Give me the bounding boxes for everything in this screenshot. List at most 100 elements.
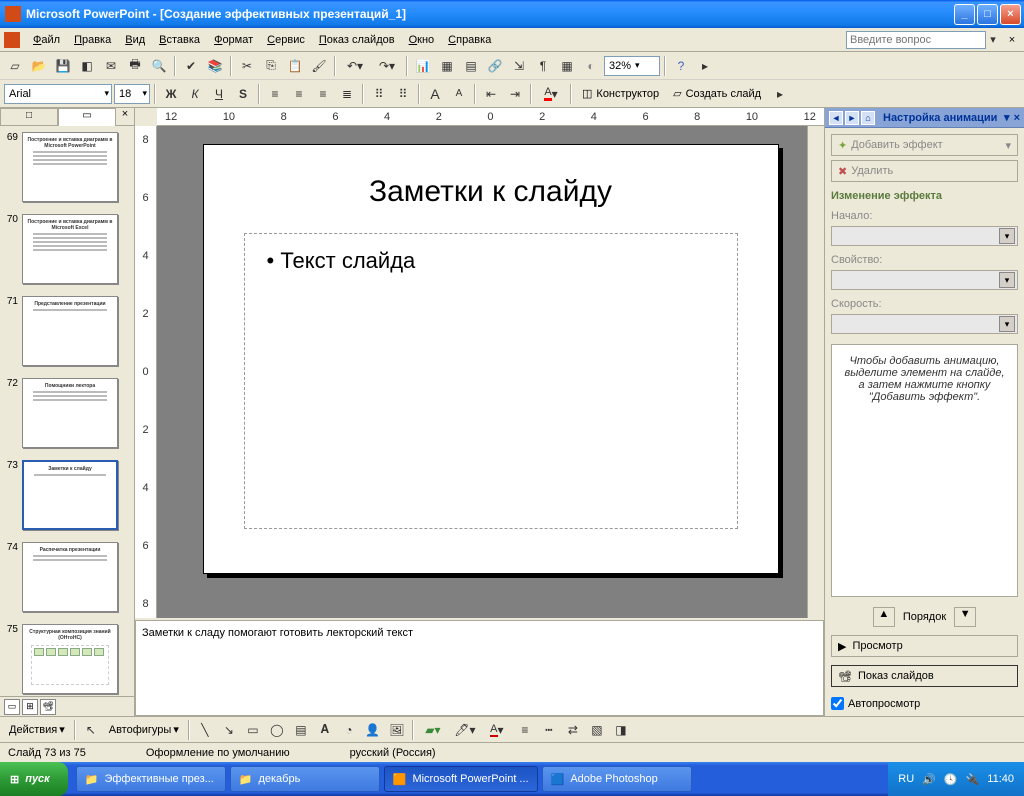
menu-формат[interactable]: Формат [207, 31, 260, 49]
outline-tab[interactable]: □ [0, 108, 58, 126]
thumbnail[interactable]: Построение и вставка диаграмм в Microsof… [22, 132, 118, 202]
select-tool[interactable]: ↖ [80, 719, 102, 741]
normal-view-button[interactable]: ▭ [4, 699, 20, 715]
home-icon[interactable]: ⌂ [861, 111, 875, 125]
taskbar-item[interactable]: 📁Эффективные през... [76, 766, 226, 792]
property-combo[interactable]: ▾ [831, 270, 1018, 290]
slide-body-placeholder[interactable]: Текст слайда [244, 233, 738, 529]
fill-color-button[interactable]: ▰▾ [418, 719, 448, 741]
line-color-button[interactable]: 🖊▾ [450, 719, 480, 741]
insert-chart-button[interactable]: 📊 [412, 55, 434, 77]
maximize-button[interactable]: □ [977, 4, 998, 25]
horizontal-ruler[interactable]: 12108642024681012 [157, 108, 824, 126]
task-pane-close[interactable]: × [1014, 112, 1020, 124]
textbox-tool[interactable]: ▤ [290, 719, 312, 741]
slide[interactable]: Заметки к слайду Текст слайда [203, 144, 779, 574]
autoshapes-menu[interactable]: Автофигуры▾ [104, 720, 184, 740]
menu-вставка[interactable]: Вставка [152, 31, 207, 49]
diagram-tool[interactable]: ◔ [338, 719, 360, 741]
menu-справка[interactable]: Справка [441, 31, 498, 49]
slide-canvas[interactable]: Заметки к слайду Текст слайда [157, 126, 824, 618]
spellcheck-button[interactable]: ✔ [180, 55, 202, 77]
print-button[interactable]: 🖶 [124, 55, 146, 77]
file-icon[interactable] [4, 32, 20, 48]
slideshow-button[interactable]: 📽 Показ слайдов [831, 665, 1018, 687]
align-left-button[interactable]: ≡ [264, 83, 286, 105]
expand-button[interactable]: ⇲ [508, 55, 530, 77]
font-size-combo[interactable]: 18 ▾ [114, 84, 150, 104]
menu-файл[interactable]: Файл [26, 31, 67, 49]
arrow-style-button[interactable]: ⇄ [562, 719, 584, 741]
tray-icon[interactable]: 🕓 [944, 773, 958, 786]
hyperlink-button[interactable]: 🔗 [484, 55, 506, 77]
close-document-button[interactable]: × [1004, 34, 1020, 46]
actions-menu[interactable]: Действия▾ [4, 720, 70, 740]
ask-dropdown[interactable]: ▾ [986, 33, 1000, 46]
menu-правка[interactable]: Правка [67, 31, 118, 49]
copy-button[interactable]: ⎘ [260, 55, 282, 77]
tray-lang[interactable]: RU [898, 773, 914, 785]
help-button[interactable]: ? [670, 55, 692, 77]
start-combo[interactable]: ▾ [831, 226, 1018, 246]
thumbnail-row[interactable]: 72Помощники лектора [6, 378, 128, 448]
thumbnail[interactable]: Распечатка презентации [22, 542, 118, 612]
thumbnail-row[interactable]: 69Построение и вставка диаграмм в Micros… [6, 132, 128, 202]
menu-показ слайдов[interactable]: Показ слайдов [312, 31, 402, 49]
wordart-tool[interactable]: 𝐀 [314, 719, 336, 741]
thumbnail[interactable]: Помощники лектора [22, 378, 118, 448]
tables-button[interactable]: ▤ [460, 55, 482, 77]
3d-style-button[interactable]: ◨ [610, 719, 632, 741]
bullets-button[interactable]: ⠿ [392, 83, 414, 105]
format-painter-button[interactable]: 🖌 [308, 55, 330, 77]
font-color-button[interactable]: A▾ [536, 83, 566, 105]
clipart-tool[interactable]: 👤 [362, 719, 384, 741]
move-down-button[interactable]: ▼ [954, 607, 976, 627]
thumbnail[interactable]: Структурная композиция знаний (ОНтоНС) [22, 624, 118, 694]
align-right-button[interactable]: ≡ [312, 83, 334, 105]
text-color-button[interactable]: A▾ [482, 719, 512, 741]
taskbar-item[interactable]: 🟧Microsoft PowerPoint ... [384, 766, 538, 792]
open-button[interactable]: 📂 [28, 55, 50, 77]
undo-button[interactable]: ↶▾ [340, 55, 370, 77]
back-icon[interactable]: ◄ [829, 111, 843, 125]
thumbnail-row[interactable]: 75Структурная композиция знаний (ОНтоНС) [6, 624, 128, 694]
taskbar-item[interactable]: 📁декабрь [230, 766, 380, 792]
decrease-indent-button[interactable]: ⇤ [480, 83, 502, 105]
system-tray[interactable]: RU 🔊 🕓 🔌 11:40 [888, 762, 1024, 796]
menu-вид[interactable]: Вид [118, 31, 152, 49]
forward-icon[interactable]: ► [845, 111, 859, 125]
add-effect-button[interactable]: ✦ Добавить эффект ▾ [831, 134, 1018, 156]
thumbnail-row[interactable]: 74Распечатка презентации [6, 542, 128, 612]
speed-combo[interactable]: ▾ [831, 314, 1018, 334]
color-button[interactable]: ◐ [580, 55, 602, 77]
ask-question-input[interactable] [846, 31, 986, 49]
menu-окно[interactable]: Окно [402, 31, 442, 49]
shadow-style-button[interactable]: ▧ [586, 719, 608, 741]
cut-button[interactable]: ✂ [236, 55, 258, 77]
rectangle-tool[interactable]: ▭ [242, 719, 264, 741]
decrease-font-button[interactable]: A [448, 83, 470, 105]
increase-font-button[interactable]: A [424, 83, 446, 105]
autopreview-checkbox[interactable]: Автопросмотр [831, 697, 1018, 710]
thumbnail-row[interactable]: 73Заметки к слайду [6, 460, 128, 530]
thumbnail[interactable]: Заметки к слайду [22, 460, 118, 530]
preview-button[interactable]: 🔍 [148, 55, 170, 77]
menu-сервис[interactable]: Сервис [260, 31, 312, 49]
delete-effect-button[interactable]: ✖ Удалить [831, 160, 1018, 182]
new-slide-button[interactable]: ▱ Создать слайд [667, 83, 767, 105]
close-panel-button[interactable]: × [116, 108, 134, 126]
notes-pane[interactable]: Заметки к сладу помогают готовить лектор… [135, 620, 824, 716]
sorter-view-button[interactable]: ⊞ [22, 699, 38, 715]
numbering-button[interactable]: ⠿ [368, 83, 390, 105]
redo-button[interactable]: ↷▾ [372, 55, 402, 77]
align-center-button[interactable]: ≡ [288, 83, 310, 105]
tray-icon[interactable]: 🔌 [966, 773, 980, 786]
vertical-ruler[interactable]: 864202468 [135, 126, 157, 618]
thumbnail-list[interactable]: 69Построение и вставка диаграмм в Micros… [0, 126, 134, 696]
email-button[interactable]: ✉ [100, 55, 122, 77]
toolbar-options-button[interactable]: ▸ [769, 83, 791, 105]
paste-button[interactable]: 📋 [284, 55, 306, 77]
move-up-button[interactable]: ▲ [873, 607, 895, 627]
task-pane-menu[interactable]: ▾ [1004, 111, 1010, 124]
insert-table-button[interactable]: ▦ [436, 55, 458, 77]
